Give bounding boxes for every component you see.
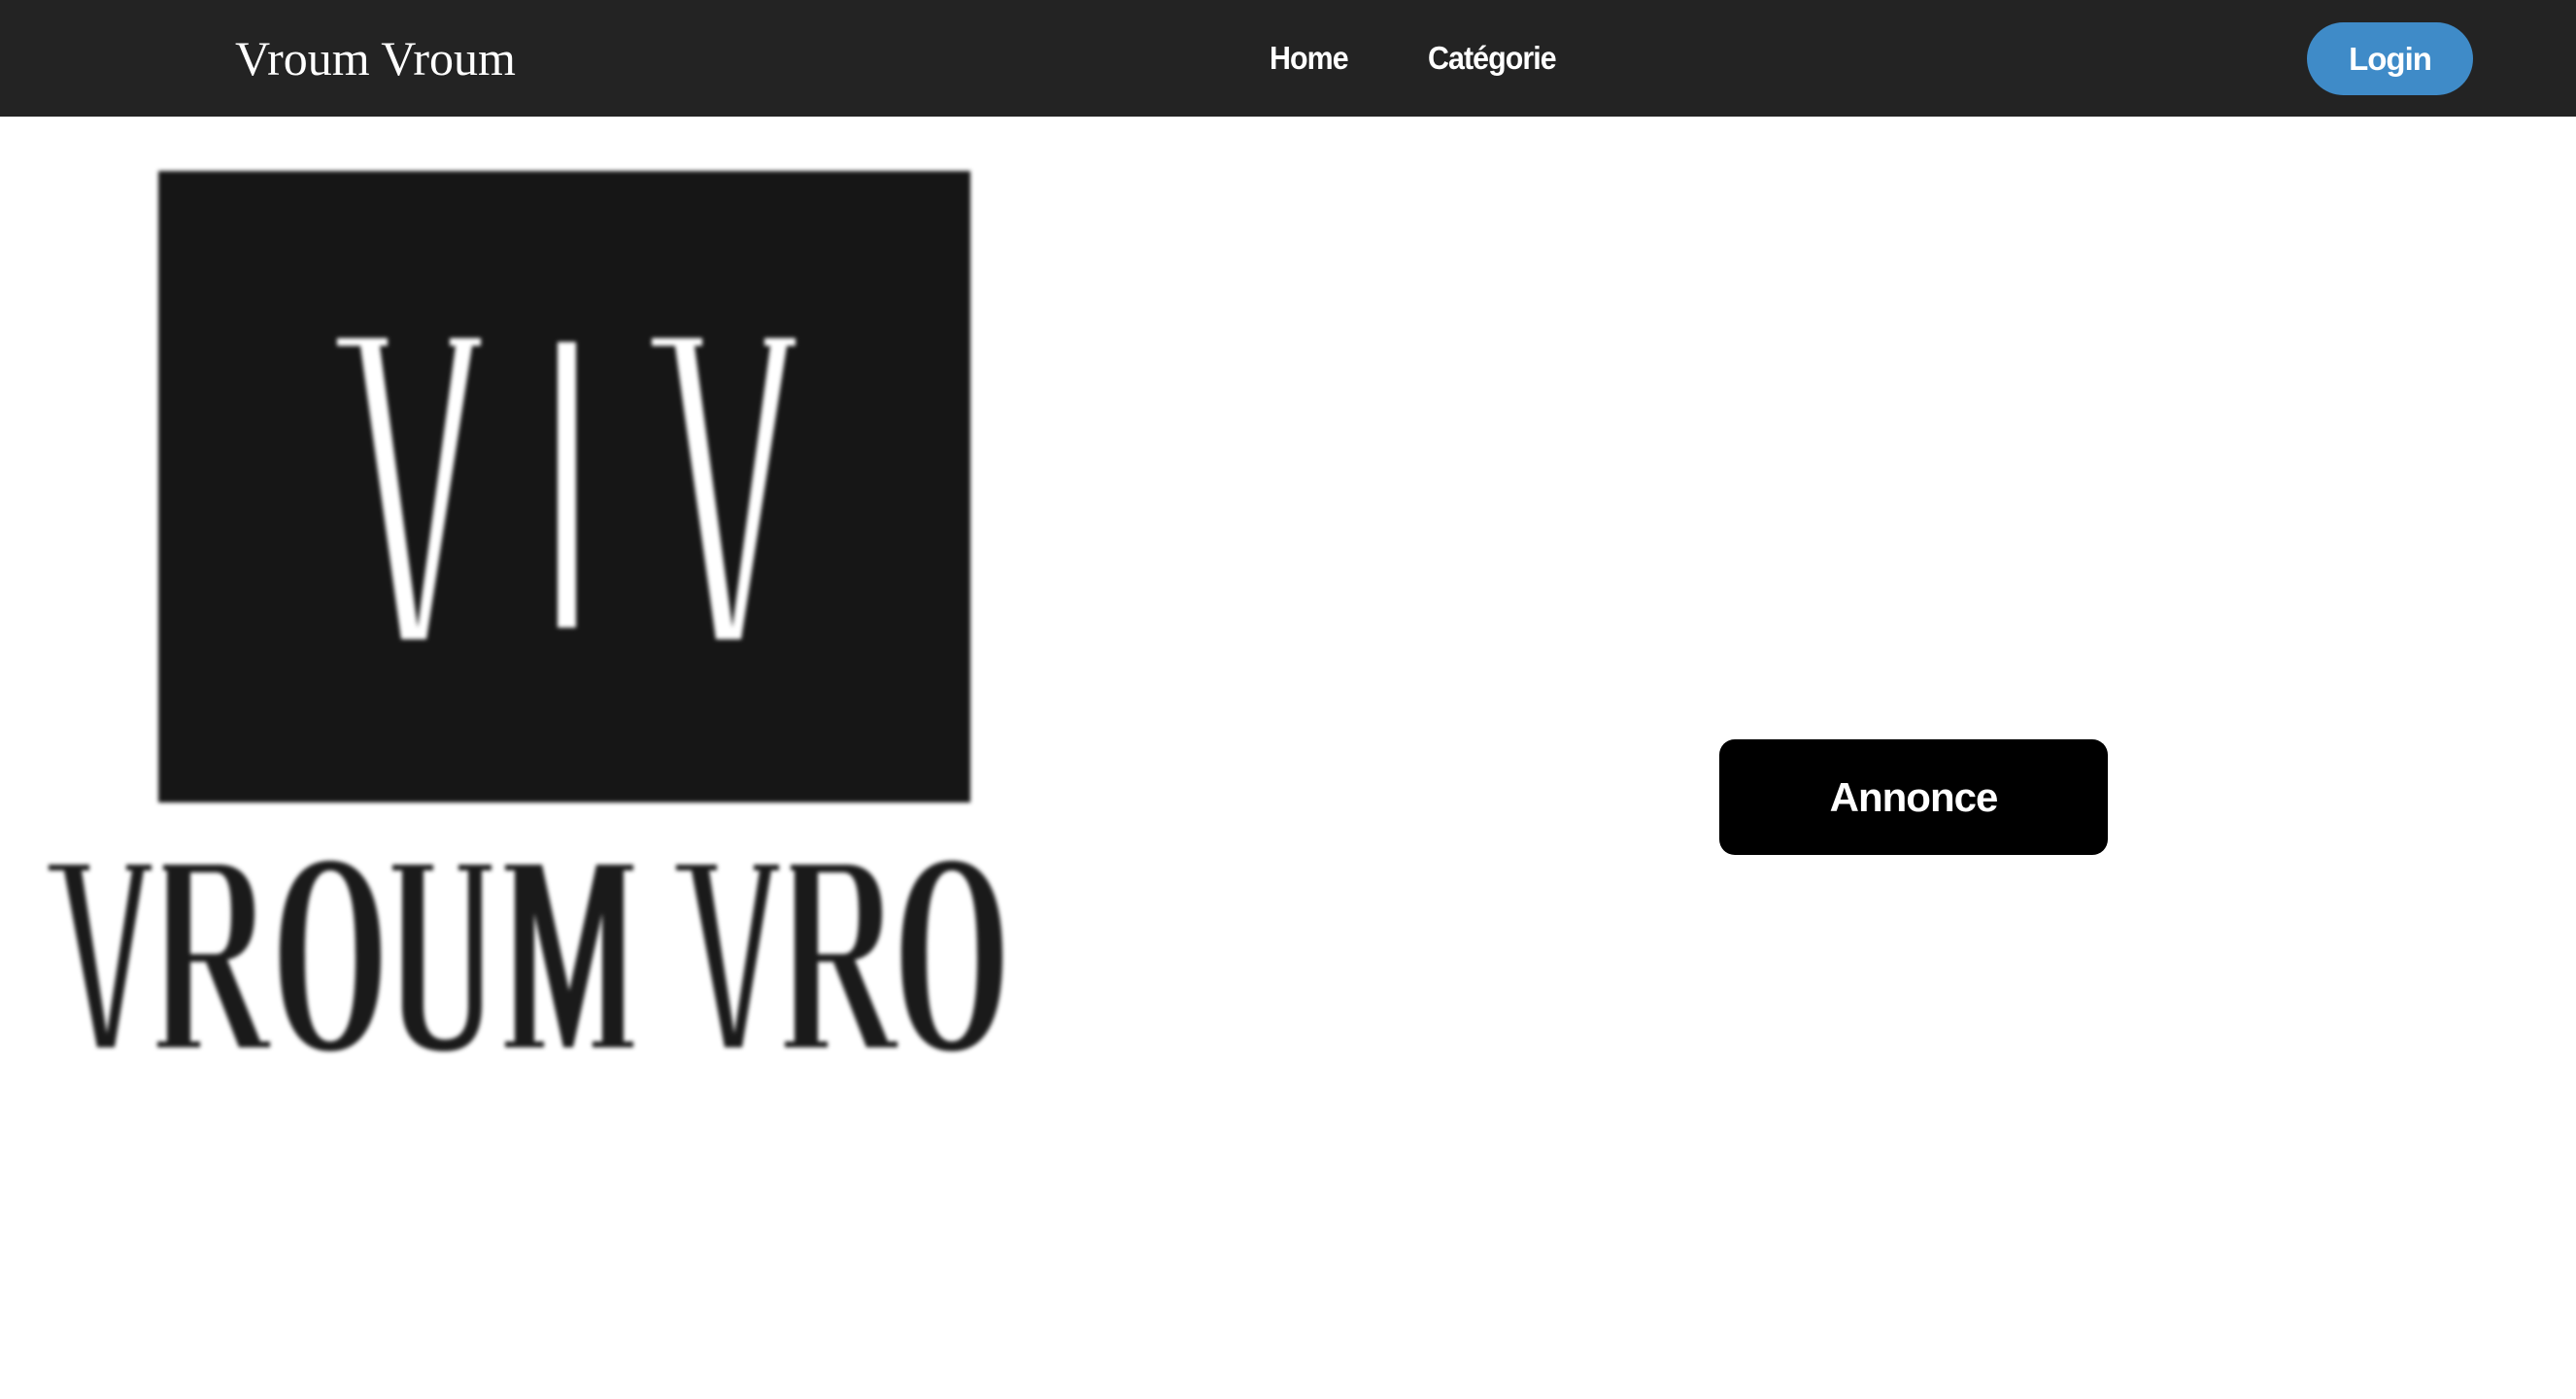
login-button[interactable]: Login: [2307, 22, 2473, 95]
logo-monogram-box: [158, 171, 970, 802]
logo-wordmark: [49, 861, 1002, 1051]
brand-link[interactable]: Vroum Vroum: [235, 23, 516, 93]
vroum-vroum-logo: [29, 155, 1098, 1069]
top-navbar: Vroum Vroum Home Catégorie Login: [0, 0, 2576, 117]
annonce-button[interactable]: Annonce: [1719, 739, 2108, 855]
nav-link-categorie[interactable]: Catégorie: [1428, 37, 1557, 80]
nav-link-home[interactable]: Home: [1270, 37, 1349, 80]
logo-monogram: [337, 338, 796, 639]
